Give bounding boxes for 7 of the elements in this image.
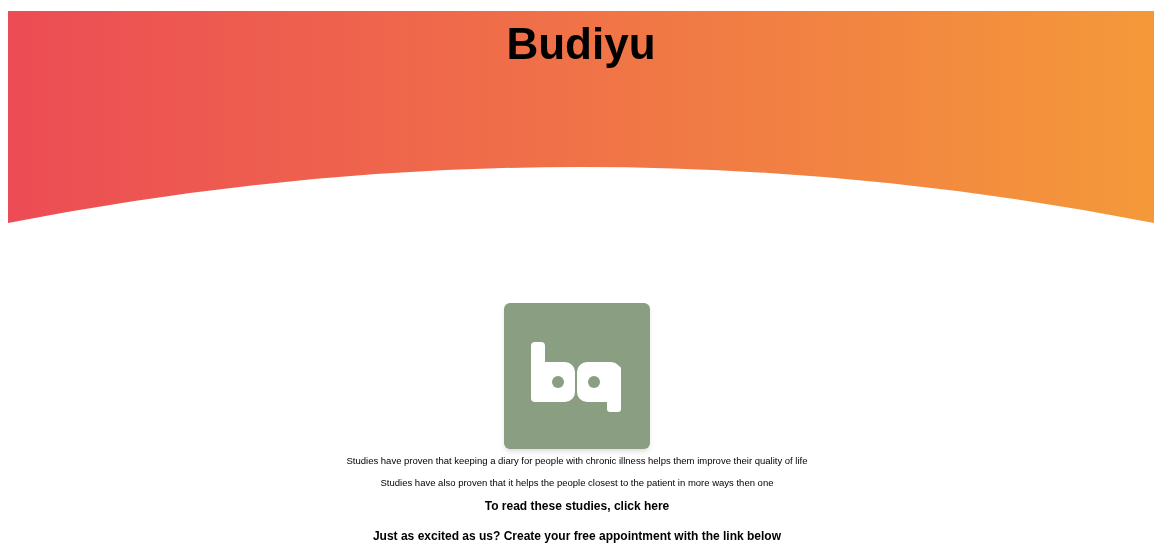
call-to-action-text: Just as excited as us? Create your free appointment with the link below xyxy=(372,529,782,543)
intro-text: Studies have also proven that it helps the people closest to the patient in more ways then one xyxy=(380,476,774,490)
logo-icon xyxy=(504,303,650,449)
site-title: Budiyu xyxy=(505,18,657,66)
studies-link[interactable]: click here xyxy=(613,499,670,513)
studies-text: To read these studies, xyxy=(484,499,612,513)
intro-text: Studies have proven that keeping a diary for people with chronic illness helps them improve their quality of life xyxy=(346,454,808,468)
